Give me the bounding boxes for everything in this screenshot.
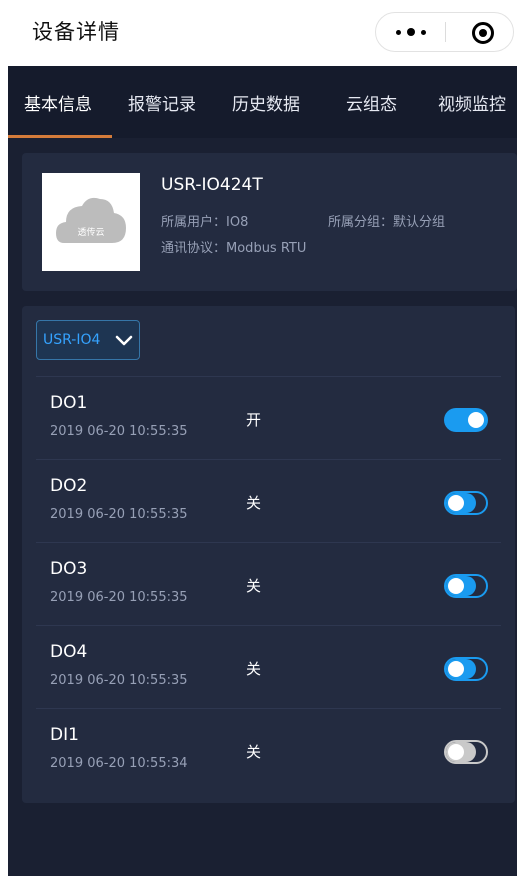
cloud-icon: 透传云 bbox=[56, 197, 126, 243]
more-dot-icon bbox=[420, 29, 426, 35]
io-name: DO1 bbox=[50, 393, 88, 413]
protocol-meta: 通讯协议：Modbus RTU bbox=[161, 237, 306, 256]
toggle-knob bbox=[448, 661, 464, 677]
protocol-value: Modbus RTU bbox=[226, 241, 307, 256]
group-meta: 所属分组：默认分组 bbox=[328, 211, 445, 230]
io-name: DO3 bbox=[50, 559, 88, 579]
io-timestamp: 2019 06-20 10:55:34 bbox=[50, 756, 188, 771]
io-name: DO2 bbox=[50, 476, 88, 496]
tab-basic-info[interactable]: 基本信息 bbox=[24, 90, 92, 115]
device-name: USR-IO424T bbox=[161, 175, 263, 195]
user-meta: 所属用户：IO8 bbox=[161, 211, 248, 230]
tab-video-monitor[interactable]: 视频监控 bbox=[438, 90, 506, 115]
more-button[interactable] bbox=[376, 13, 445, 51]
user-value: IO8 bbox=[226, 215, 249, 230]
io-toggle-switch[interactable] bbox=[444, 491, 488, 515]
io-timestamp: 2019 06-20 10:55:35 bbox=[50, 424, 188, 439]
io-timestamp: 2019 06-20 10:55:35 bbox=[50, 507, 188, 522]
io-state: 关 bbox=[246, 577, 262, 595]
device-card: 透传云 USR-IO424T 所属用户：IO8 所属分组：默认分组 通讯协议：M… bbox=[22, 153, 517, 291]
capsule-menu bbox=[375, 12, 514, 52]
io-toggle-switch[interactable] bbox=[444, 574, 488, 598]
app-body: 基本信息 报警记录 历史数据 云组态 视频监控 透传云 USR-IO424T 所… bbox=[8, 66, 517, 876]
more-dot-icon bbox=[406, 28, 415, 36]
io-row-do3: DO3 2019 06-20 10:55:35 关 bbox=[36, 542, 501, 625]
active-tab-indicator bbox=[8, 135, 112, 138]
group-value: 默认分组 bbox=[393, 215, 446, 230]
tab-bar: 基本信息 报警记录 历史数据 云组态 视频监控 bbox=[8, 66, 517, 138]
io-state: 关 bbox=[246, 743, 262, 761]
tab-history-data[interactable]: 历史数据 bbox=[232, 90, 300, 115]
close-button[interactable] bbox=[472, 22, 494, 44]
capsule-divider bbox=[445, 22, 446, 42]
tab-alarm-records[interactable]: 报警记录 bbox=[128, 90, 196, 115]
io-panel: USR-IO4 DO1 2019 06-20 10:55:35 开 DO2 20… bbox=[22, 306, 515, 803]
toggle-knob bbox=[448, 578, 464, 594]
cloud-logo-text: 透传云 bbox=[77, 226, 104, 238]
page-title: 设备详情 bbox=[32, 20, 120, 44]
selector-value: USR-IO4 bbox=[43, 332, 101, 348]
io-state: 关 bbox=[246, 660, 262, 678]
io-toggle-switch-disabled bbox=[444, 740, 488, 764]
toggle-knob bbox=[448, 744, 464, 760]
group-label: 所属分组： bbox=[328, 215, 394, 230]
io-row-di1: DI1 2019 06-20 10:55:34 关 bbox=[36, 708, 501, 791]
io-row-do4: DO4 2019 06-20 10:55:35 关 bbox=[36, 625, 501, 708]
toggle-knob bbox=[468, 412, 484, 428]
io-name: DI1 bbox=[50, 725, 79, 745]
io-state: 关 bbox=[246, 494, 262, 512]
io-row-do1: DO1 2019 06-20 10:55:35 开 bbox=[36, 376, 501, 459]
device-selector[interactable]: USR-IO4 bbox=[36, 320, 140, 360]
tab-cloud-config[interactable]: 云组态 bbox=[346, 90, 397, 115]
io-toggle-switch[interactable] bbox=[444, 408, 488, 432]
io-row-do2: DO2 2019 06-20 10:55:35 关 bbox=[36, 459, 501, 542]
more-dot-icon bbox=[395, 29, 401, 35]
io-toggle-switch[interactable] bbox=[444, 657, 488, 681]
user-label: 所属用户： bbox=[161, 215, 227, 230]
io-state: 开 bbox=[246, 411, 262, 429]
io-timestamp: 2019 06-20 10:55:35 bbox=[50, 673, 188, 688]
protocol-label: 通讯协议： bbox=[161, 241, 227, 256]
device-image: 透传云 bbox=[42, 173, 140, 271]
io-timestamp: 2019 06-20 10:55:35 bbox=[50, 590, 188, 605]
io-name: DO4 bbox=[50, 642, 88, 662]
title-bar: 设备详情 bbox=[0, 0, 517, 66]
toggle-knob bbox=[448, 495, 464, 511]
chevron-down-icon bbox=[115, 335, 133, 346]
